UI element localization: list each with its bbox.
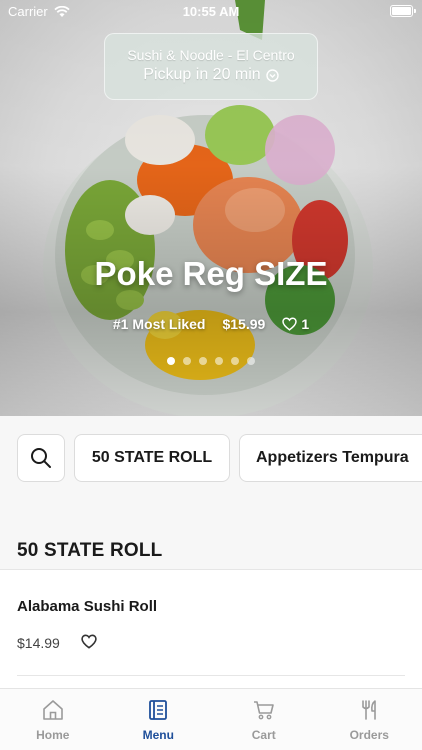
pickup-label: Pickup in 20 min: [143, 66, 261, 83]
cart-icon: [253, 701, 274, 720]
menu-item-name: Alabama Sushi Roll: [17, 598, 158, 615]
category-chip-50-state-roll[interactable]: 50 STATE ROLL: [74, 434, 230, 482]
home-icon: [42, 700, 63, 720]
section-title: 50 STATE ROLL: [17, 540, 163, 561]
battery-icon: [390, 5, 416, 17]
menu-item[interactable]: Alabama Sushi Roll $14.99: [0, 570, 422, 688]
most-liked-badge: #1 Most Liked: [112, 316, 206, 332]
carousel-dot[interactable]: [167, 357, 175, 365]
search-button[interactable]: [17, 434, 65, 482]
tab-cart-label: Cart: [251, 728, 276, 742]
carousel-dot[interactable]: [231, 357, 239, 365]
carousel-dot[interactable]: [247, 357, 255, 365]
featured-item-price: $15.99: [222, 316, 266, 332]
tab-home-label: Home: [36, 728, 70, 742]
carousel-dot[interactable]: [215, 357, 223, 365]
featured-item-title[interactable]: Poke Reg SIZE: [0, 255, 422, 293]
featured-item-meta: #1 Most Liked $15.99 1: [0, 316, 422, 332]
tab-bar: Home Menu Cart Orders: [0, 688, 422, 750]
favorite-heart-icon[interactable]: [81, 634, 97, 649]
tab-menu[interactable]: Menu: [106, 689, 212, 750]
store-name: Sushi & Noodle - El Centro: [127, 47, 295, 63]
menu-book-icon: [149, 700, 168, 720]
hero-banner[interactable]: Carrier 10:55 AM Sushi & Noodle - El Cen…: [0, 0, 422, 416]
tab-menu-label: Menu: [142, 728, 174, 742]
carousel-dot[interactable]: [199, 357, 207, 365]
chevron-down-circle-icon: [265, 68, 279, 82]
search-icon: [31, 448, 51, 468]
menu-item-price: $14.99: [17, 635, 60, 651]
tab-orders[interactable]: Orders: [317, 689, 422, 750]
store-selector[interactable]: Sushi & Noodle - El Centro Pickup in 20 …: [104, 33, 318, 100]
status-bar: Carrier 10:55 AM: [0, 0, 422, 22]
section-header: 50 STATE ROLL: [0, 502, 422, 570]
pickup-time: Pickup in 20 min: [105, 66, 317, 84]
tab-cart[interactable]: Cart: [211, 689, 317, 750]
like-count-value: 1: [301, 316, 310, 332]
tab-home[interactable]: Home: [0, 689, 106, 750]
clock: 10:55 AM: [182, 4, 240, 19]
item-divider: [17, 675, 405, 676]
category-chip-appetizers-tempura[interactable]: Appetizers Tempura: [239, 434, 422, 482]
category-bar: 50 STATE ROLL Appetizers Tempura: [0, 416, 422, 502]
like-count[interactable]: 1: [282, 316, 309, 332]
fork-knife-icon: [362, 700, 377, 720]
tab-orders-label: Orders: [349, 728, 389, 742]
carousel-dots[interactable]: [0, 357, 422, 365]
carousel-dot[interactable]: [183, 357, 191, 365]
heart-icon: [282, 317, 298, 331]
